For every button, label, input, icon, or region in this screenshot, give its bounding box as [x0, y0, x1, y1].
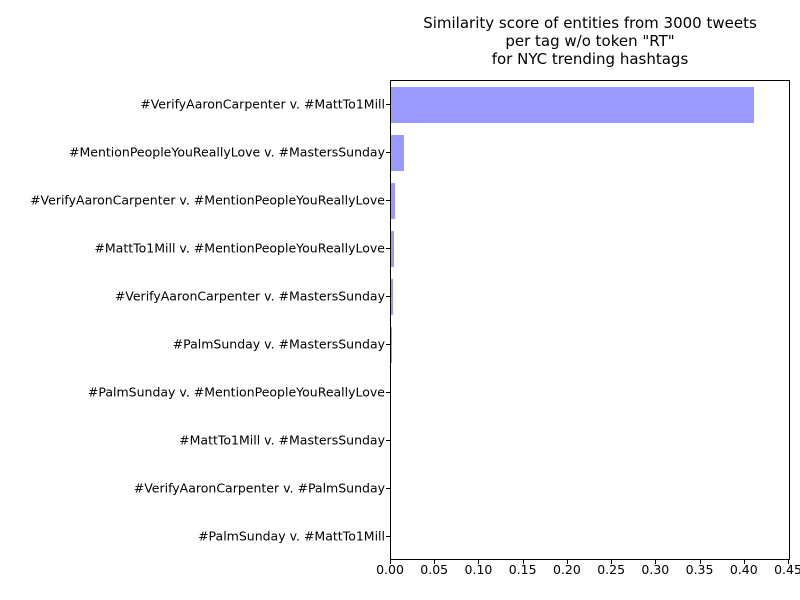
chart-container: Similarity score of entities from 3000 t… — [0, 0, 800, 600]
bar — [391, 327, 392, 363]
y-axis-label: #MattTo1Mill v. #MastersSunday — [5, 433, 385, 448]
x-tick-mark — [567, 559, 568, 564]
x-tick-mark — [744, 559, 745, 564]
y-tick-mark — [386, 152, 391, 153]
x-axis-tick-label: 0.00 — [376, 562, 404, 577]
y-axis-label: #MentionPeopleYouReallyLove v. #MastersS… — [5, 145, 385, 160]
y-axis-label: #PalmSunday v. #MentionPeopleYouReallyLo… — [5, 385, 385, 400]
bar — [391, 231, 394, 267]
x-axis-tick-label: 0.20 — [553, 562, 581, 577]
x-axis-tick-label: 0.05 — [420, 562, 448, 577]
x-tick-mark — [700, 559, 701, 564]
y-axis-label: #VerifyAaronCarpenter v. #MentionPeopleY… — [5, 193, 385, 208]
y-tick-mark — [386, 248, 391, 249]
chart-title-line2: per tag w/o token "RT" — [390, 32, 790, 51]
plot-area — [390, 80, 790, 560]
y-tick-mark — [386, 200, 391, 201]
x-tick-mark — [523, 559, 524, 564]
y-tick-mark — [386, 296, 391, 297]
chart-title-line1: Similarity score of entities from 3000 t… — [390, 14, 790, 33]
x-tick-mark — [390, 559, 391, 564]
chart-title-line3: for NYC trending hashtags — [390, 50, 790, 69]
bar — [391, 279, 393, 315]
y-tick-mark — [386, 392, 391, 393]
x-axis-tick-label: 0.30 — [641, 562, 669, 577]
x-tick-mark — [434, 559, 435, 564]
x-axis-tick-label: 0.15 — [509, 562, 537, 577]
x-tick-mark — [478, 559, 479, 564]
x-axis-tick-label: 0.45 — [774, 562, 800, 577]
y-axis-label: #PalmSunday v. #MattTo1Mill — [5, 529, 385, 544]
y-tick-mark — [386, 440, 391, 441]
y-axis-label: #VerifyAaronCarpenter v. #MattTo1Mill — [5, 97, 385, 112]
y-tick-mark — [386, 536, 391, 537]
x-axis-tick-label: 0.40 — [730, 562, 758, 577]
y-tick-mark — [386, 104, 391, 105]
y-axis-label: #MattTo1Mill v. #MentionPeopleYouReallyL… — [5, 241, 385, 256]
bar — [391, 87, 754, 123]
y-axis-label: #VerifyAaronCarpenter v. #PalmSunday — [5, 481, 385, 496]
bar — [391, 183, 395, 219]
x-axis-tick-label: 0.35 — [686, 562, 714, 577]
x-axis-tick-label: 0.10 — [465, 562, 493, 577]
y-tick-mark — [386, 488, 391, 489]
x-tick-mark — [655, 559, 656, 564]
y-axis-label: #PalmSunday v. #MastersSunday — [5, 337, 385, 352]
x-tick-mark — [611, 559, 612, 564]
y-tick-mark — [386, 344, 391, 345]
bar — [391, 135, 404, 171]
x-tick-mark — [788, 559, 789, 564]
y-axis-label: #VerifyAaronCarpenter v. #MastersSunday — [5, 289, 385, 304]
x-axis-tick-label: 0.25 — [597, 562, 625, 577]
